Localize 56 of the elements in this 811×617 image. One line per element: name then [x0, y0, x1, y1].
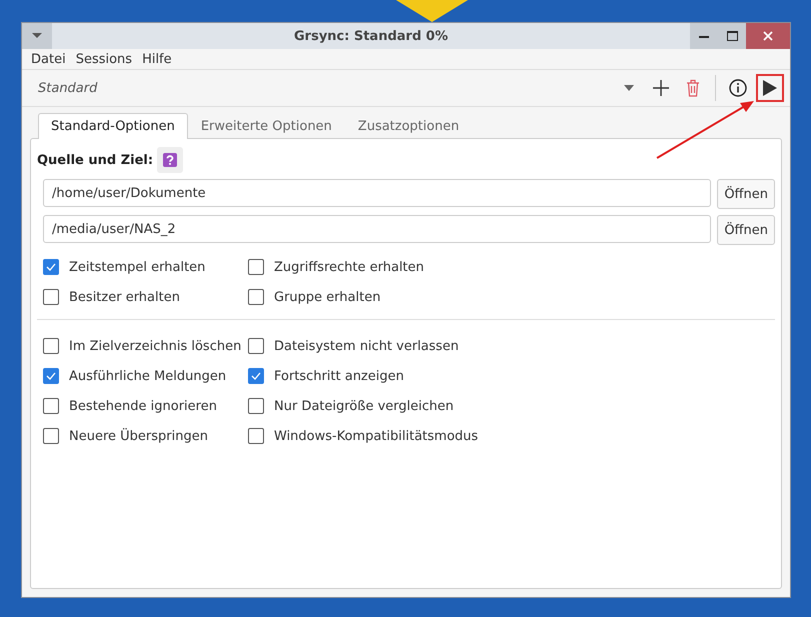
- close-button[interactable]: [746, 23, 790, 49]
- question-icon: [163, 153, 178, 167]
- checkbox-option[interactable]: Im Zielverzeichnis löschen: [43, 338, 248, 354]
- checkbox[interactable]: [43, 398, 59, 414]
- tab[interactable]: Erweiterte Optionen: [188, 113, 345, 139]
- help-button[interactable]: [157, 147, 184, 173]
- checkbox-option[interactable]: Neuere Überspringen: [43, 428, 248, 444]
- menu-item[interactable]: Datei: [28, 52, 69, 66]
- checkbox[interactable]: [43, 259, 59, 275]
- tab[interactable]: Zusatzoptionen: [344, 113, 472, 139]
- checkbox-option[interactable]: Gruppe erhalten: [248, 289, 769, 305]
- plus-icon: [653, 80, 669, 96]
- open-button[interactable]: Öffnen: [717, 215, 775, 245]
- caret-icon: [32, 33, 42, 39]
- checkbox[interactable]: [248, 289, 264, 305]
- checkbox-option[interactable]: Besitzer erhalten: [43, 289, 248, 305]
- checkbox-option[interactable]: Nur Dateigröße vergleichen: [248, 398, 769, 414]
- checkbox[interactable]: [43, 338, 59, 354]
- checkbox[interactable]: [248, 259, 264, 275]
- path-field[interactable]: /home/user/Dokumente: [43, 179, 712, 207]
- checkmark-icon: [46, 372, 56, 380]
- close-icon: [763, 31, 773, 41]
- menu-item[interactable]: Hilfe: [139, 52, 175, 66]
- info-icon: [729, 79, 747, 97]
- window-menu-button[interactable]: [22, 23, 52, 49]
- checkbox[interactable]: [43, 368, 59, 384]
- checkbox-option[interactable]: Zeitstempel erhalten: [43, 259, 248, 275]
- checkbox-option[interactable]: Dateisystem nicht verlassen: [248, 338, 769, 354]
- maximize-button[interactable]: [718, 23, 746, 49]
- checkmark-icon: [251, 372, 261, 380]
- caret-icon: [624, 85, 634, 91]
- checkbox-option[interactable]: Windows-Kompatibilitätsmodus: [248, 428, 769, 444]
- checkbox-option[interactable]: Zugriffsrechte erhalten: [248, 259, 769, 275]
- checkbox-option[interactable]: Bestehende ignorieren: [43, 398, 248, 414]
- tab[interactable]: Standard-Optionen: [38, 113, 188, 139]
- checkbox[interactable]: [248, 398, 264, 414]
- session-combo[interactable]: Standard: [32, 80, 611, 96]
- checkbox-option[interactable]: Fortschritt anzeigen: [248, 368, 769, 384]
- trash-icon: [686, 79, 700, 97]
- checkbox[interactable]: [248, 338, 264, 354]
- window-title: Grsync: Standard 0%: [293, 28, 449, 44]
- checkbox[interactable]: [43, 428, 59, 444]
- checkmark-icon: [46, 263, 56, 271]
- open-button[interactable]: Öffnen: [717, 179, 775, 209]
- minimize-button[interactable]: [690, 23, 718, 49]
- triangle-shape: [396, 0, 468, 22]
- checkbox[interactable]: [248, 428, 264, 444]
- checkbox[interactable]: [43, 289, 59, 305]
- play-icon: [763, 80, 777, 96]
- checkbox[interactable]: [248, 368, 264, 384]
- maximize-icon: [726, 31, 738, 41]
- run-button[interactable]: [756, 74, 784, 102]
- path-field[interactable]: /media/user/NAS_2: [43, 215, 712, 243]
- checkbox-option[interactable]: Ausführliche Meldungen: [43, 368, 248, 384]
- section-label: Quelle und Ziel:: [37, 152, 154, 168]
- menu-item[interactable]: Sessions: [72, 52, 136, 66]
